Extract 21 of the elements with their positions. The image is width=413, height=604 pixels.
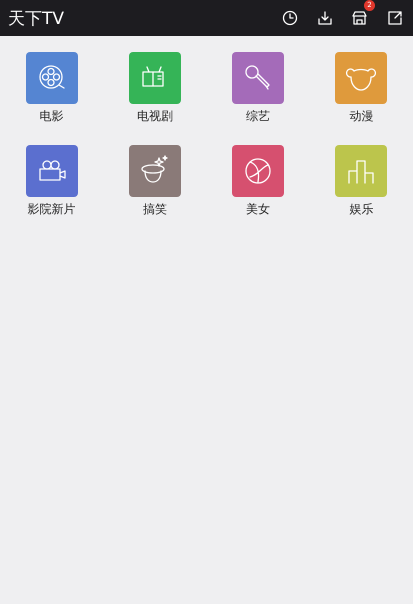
app-title: 天下TV [8,8,66,30]
clock-icon [282,10,298,26]
category-tile[interactable] [232,52,284,104]
category-label: 美女 [246,201,270,218]
store-icon [351,10,368,26]
category-tile[interactable] [335,145,388,197]
category-tile[interactable] [335,52,388,104]
category-label: 电视剧 [136,108,173,125]
category-tile[interactable] [232,145,284,197]
download-icon [316,10,332,26]
category-tile[interactable] [26,52,78,104]
category-label: 影院新片 [28,201,76,218]
share-icon [386,10,402,26]
category-label: 娱乐 [349,201,374,218]
category-label: 动漫 [349,108,374,125]
category-tile[interactable] [128,52,181,104]
category-label: 综艺 [246,108,270,125]
category-label: 搞笑 [142,201,167,218]
category-label: 电影 [40,108,64,125]
category-tile[interactable] [26,145,78,197]
category-tile[interactable] [128,145,181,197]
